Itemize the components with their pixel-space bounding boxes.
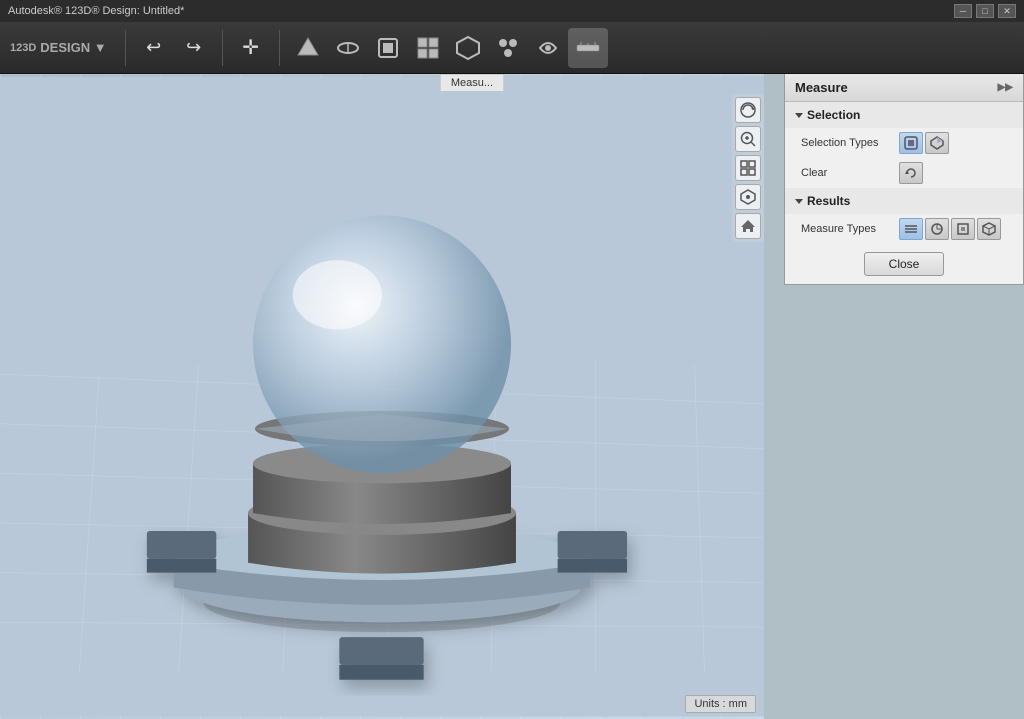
logo-sub[interactable]: DESIGN ▼ — [40, 40, 106, 55]
measure-panel: Measure ▶▶ Selection Selection Types — [784, 74, 1024, 285]
measure-types-label: Measure Types — [801, 223, 891, 235]
selection-collapse-icon — [795, 113, 803, 118]
main-area: Measu... Units : mm — [0, 74, 1024, 719]
selection-type-buttons — [899, 132, 949, 154]
results-section-label: Results — [807, 194, 850, 208]
right-panel: Measure ▶▶ Selection Selection Types — [764, 74, 1024, 719]
measure-type-4-button[interactable] — [977, 218, 1001, 240]
rotate-view-button[interactable] — [735, 97, 761, 123]
minimize-button[interactable]: ─ — [954, 4, 972, 18]
viewport-3d[interactable]: Measu... Units : mm — [0, 74, 764, 719]
results-section-header[interactable]: Results — [785, 188, 1023, 214]
clear-row: Clear — [785, 158, 1023, 188]
logo-text: 123D — [10, 42, 36, 54]
undo-button[interactable]: ↩ — [134, 28, 174, 68]
redo-button[interactable]: ↪ — [174, 28, 214, 68]
zoom-view-button[interactable] — [735, 126, 761, 152]
measure-panel-header: Measure ▶▶ — [785, 74, 1023, 102]
measure-type-buttons — [899, 218, 1001, 240]
pattern-button[interactable] — [488, 28, 528, 68]
group-button[interactable] — [448, 28, 488, 68]
toolbar-separator-3 — [279, 30, 280, 66]
measure-types-row: Measure Types — [785, 214, 1023, 244]
maximize-button[interactable]: □ — [976, 4, 994, 18]
perspective-view-button[interactable] — [735, 184, 761, 210]
transform-button[interactable]: ✛ — [231, 28, 271, 68]
fit-view-button[interactable] — [735, 155, 761, 181]
primitive-button[interactable] — [288, 28, 328, 68]
units-badge: Units : mm — [685, 695, 756, 713]
app-title: Autodesk® 123D® Design: Untitled* — [8, 5, 184, 17]
view-controls — [732, 94, 764, 242]
main-toolbar: 123D DESIGN ▼ ↩ ↪ ✛ — [0, 22, 1024, 74]
selection-types-label: Selection Types — [801, 137, 891, 149]
results-collapse-icon — [795, 199, 803, 204]
clear-label: Clear — [801, 167, 891, 179]
selection-type-body-button[interactable] — [899, 132, 923, 154]
toolbar-separator-2 — [222, 30, 223, 66]
measure-type-2-button[interactable] — [925, 218, 949, 240]
selection-section-header[interactable]: Selection — [785, 102, 1023, 128]
selection-section-label: Selection — [807, 108, 860, 122]
measure-type-3-button[interactable] — [951, 218, 975, 240]
home-view-button[interactable] — [735, 213, 761, 239]
selection-type-face-button[interactable] — [925, 132, 949, 154]
measure-type-1-button[interactable] — [899, 218, 923, 240]
snap-button[interactable] — [528, 28, 568, 68]
close-window-button[interactable]: ✕ — [998, 4, 1016, 18]
close-button[interactable]: Close — [864, 252, 945, 276]
selection-types-row: Selection Types — [785, 128, 1023, 158]
title-bar: Autodesk® 123D® Design: Untitled* ─ □ ✕ — [0, 0, 1024, 22]
measure-button[interactable] — [568, 28, 608, 68]
toolbar-separator-1 — [125, 30, 126, 66]
measure-panel-title: Measure — [795, 80, 848, 95]
modify-button[interactable] — [368, 28, 408, 68]
construct-button[interactable] — [408, 28, 448, 68]
measure-expand-icon[interactable]: ▶▶ — [998, 82, 1013, 93]
measure-tab[interactable]: Measu... — [440, 74, 504, 91]
app-logo: 123D DESIGN ▼ — [10, 40, 107, 55]
window-controls: ─ □ ✕ — [954, 4, 1016, 18]
clear-button[interactable] — [899, 162, 923, 184]
sketch-button[interactable] — [328, 28, 368, 68]
